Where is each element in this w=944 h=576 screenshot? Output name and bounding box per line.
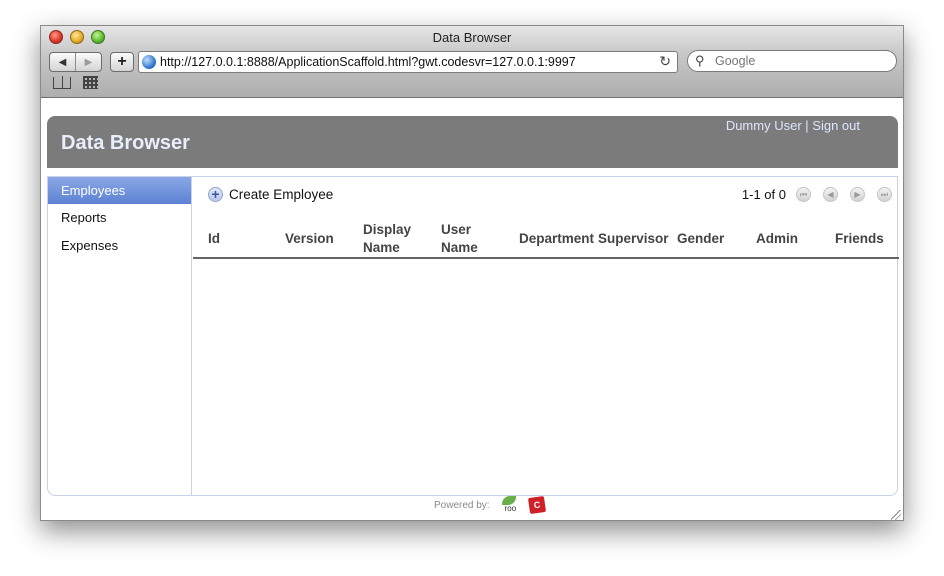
roo-badge-icon: C <box>527 495 546 515</box>
column-header-user-name[interactable]: User Name <box>441 221 478 257</box>
back-forward-buttons: ◀ ▶ <box>49 52 102 72</box>
spring-roo-logo-icon <box>496 496 526 514</box>
column-header-id[interactable]: Id <box>208 230 220 248</box>
powered-by-label: Powered by: <box>434 499 490 511</box>
resize-grip-icon[interactable] <box>891 510 901 520</box>
bookmarks-book-icon[interactable] <box>53 76 71 89</box>
create-employee-button[interactable]: + Create Employee <box>208 187 333 202</box>
sidebar-item-reports[interactable]: Reports <box>48 204 191 232</box>
address-bar[interactable]: http://127.0.0.1:8888/ApplicationScaffol… <box>138 51 678 73</box>
app-title: Data Browser <box>61 132 190 154</box>
pager: 1-1 of 0 ⏮ ◀ ▶ ⏭ <box>742 187 897 202</box>
employee-table-header: Id Version Display Name User Name Departme… <box>193 221 899 259</box>
search-icon: ⚲ <box>695 53 705 68</box>
app-header: Data Browser Dummy User | Sign out <box>47 116 898 168</box>
reload-icon[interactable]: ↻ <box>659 53 671 70</box>
next-page-icon[interactable]: ▶ <box>850 187 865 202</box>
search-input[interactable] <box>715 54 885 68</box>
column-header-friends[interactable]: Friends <box>835 230 884 248</box>
sidebar: Employees Reports Expenses <box>48 177 192 495</box>
browser-chrome: Data Browser ◀ ▶ + http://127.0.0.1:8888… <box>41 26 903 98</box>
page-viewport: Data Browser Dummy User | Sign out Emplo… <box>41 98 903 520</box>
user-info: Dummy User | Sign out <box>726 118 860 133</box>
forward-arrow-icon[interactable]: ▶ <box>76 53 101 71</box>
globe-icon <box>142 55 156 69</box>
first-page-icon[interactable]: ⏮ <box>796 187 811 202</box>
user-separator: | <box>805 118 809 133</box>
column-header-gender[interactable]: Gender <box>677 230 724 248</box>
browser-window: Data Browser ◀ ▶ + http://127.0.0.1:8888… <box>40 25 904 521</box>
plus-circle-icon: + <box>208 187 223 202</box>
column-header-admin[interactable]: Admin <box>756 230 798 248</box>
column-header-supervisor[interactable]: Supervisor <box>598 230 669 248</box>
column-header-version[interactable]: Version <box>285 230 334 248</box>
top-sites-grid-icon[interactable] <box>83 76 98 89</box>
footer: Powered by: C <box>434 495 546 515</box>
search-field[interactable]: ⚲ <box>687 50 897 72</box>
add-bookmark-button[interactable]: + <box>110 52 134 72</box>
user-name: Dummy User <box>725 118 802 133</box>
url-text[interactable]: http://127.0.0.1:8888/ApplicationScaffol… <box>160 55 576 69</box>
column-header-display-name[interactable]: Display Name <box>363 221 411 257</box>
column-header-department[interactable]: Department <box>519 230 594 248</box>
content-area: + Create Employee 1-1 of 0 ⏮ ◀ ▶ ⏭ Id Ve… <box>193 177 899 495</box>
page-count: 1-1 of 0 <box>741 187 786 202</box>
main-panel: Employees Reports Expenses + Create Empl… <box>47 176 899 496</box>
back-arrow-icon[interactable]: ◀ <box>50 53 76 71</box>
sidebar-item-employees[interactable]: Employees <box>48 177 191 204</box>
sidebar-item-expenses[interactable]: Expenses <box>48 232 191 260</box>
create-employee-label: Create Employee <box>229 187 334 202</box>
previous-page-icon[interactable]: ◀ <box>823 187 838 202</box>
sign-out-link[interactable]: Sign out <box>812 118 860 133</box>
window-title: Data Browser <box>432 30 512 45</box>
last-page-icon[interactable]: ⏭ <box>877 187 892 202</box>
